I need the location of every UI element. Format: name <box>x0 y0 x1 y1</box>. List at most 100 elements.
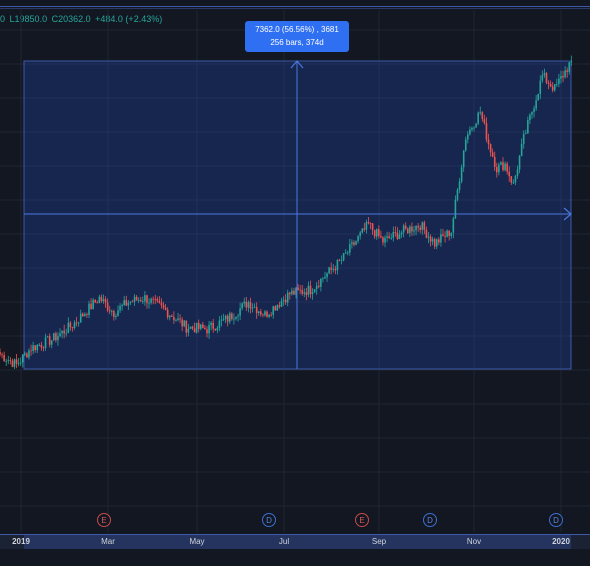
candle-body <box>150 298 152 303</box>
candle-body <box>392 232 395 238</box>
candle-body <box>309 285 312 295</box>
candle-body <box>483 118 486 124</box>
candle-body <box>79 313 82 323</box>
candle-body <box>197 322 200 329</box>
candle-body <box>429 236 432 242</box>
candle-body <box>135 296 138 301</box>
candle-body <box>40 344 43 348</box>
candle-body <box>245 301 248 308</box>
candle-body <box>537 94 539 101</box>
candle-body <box>253 306 256 308</box>
candle-body <box>506 163 508 172</box>
time-axis-tick: Jul <box>278 537 290 546</box>
candle-body <box>110 310 113 312</box>
candle-body <box>181 319 183 327</box>
dividend-event-icon[interactable]: D <box>549 513 563 527</box>
candle-body <box>270 314 272 316</box>
candle-body <box>90 303 92 310</box>
candle-body <box>328 267 330 274</box>
candle-body <box>514 175 517 183</box>
candle-body <box>402 225 405 233</box>
candle-body <box>545 73 548 83</box>
candle-body <box>156 299 159 301</box>
candle-body <box>204 327 206 330</box>
candle-body <box>386 236 388 238</box>
candle-body <box>28 350 30 358</box>
candle-body <box>46 336 49 338</box>
candle-body <box>106 302 109 311</box>
candle-body <box>137 300 140 301</box>
candle-body <box>152 298 154 300</box>
candle-body <box>524 133 527 135</box>
candle-body <box>220 319 223 321</box>
candle-body <box>562 76 564 78</box>
candle-body <box>413 230 415 232</box>
candle-body <box>334 268 337 271</box>
candle-body <box>251 307 254 309</box>
candle-body <box>206 329 208 334</box>
candle-body <box>315 285 318 290</box>
candle-body <box>177 318 179 320</box>
candle-body <box>154 299 157 300</box>
candle-body <box>187 328 190 333</box>
candle-body <box>320 278 322 287</box>
candle-body <box>564 70 566 78</box>
candle-body <box>423 222 426 230</box>
candle-body <box>276 305 279 311</box>
dividend-event-icon[interactable]: D <box>423 513 437 527</box>
candle-body <box>127 302 130 306</box>
candle-body <box>212 322 215 329</box>
candle-body <box>113 310 115 317</box>
candle-body <box>185 320 188 333</box>
earnings-event-icon[interactable]: E <box>355 513 369 527</box>
candle-body <box>5 361 8 362</box>
candle-body <box>175 319 177 321</box>
candle-body <box>191 326 194 329</box>
candle-body <box>417 225 419 228</box>
time-axis[interactable]: 2019 Mar May Jul Sep Nov 2020 <box>0 534 590 550</box>
candle-body <box>36 344 39 351</box>
candle-body <box>226 315 229 322</box>
candle-body <box>324 277 326 279</box>
candle-body <box>272 306 275 315</box>
candle-body <box>291 290 293 295</box>
candle-body <box>255 306 258 314</box>
candle-body <box>438 239 440 243</box>
candle-body <box>371 223 374 231</box>
candle-body <box>24 353 26 355</box>
candle-body <box>0 351 1 355</box>
candle-body <box>346 252 349 254</box>
candle-body <box>117 310 119 316</box>
candle-body <box>448 230 450 237</box>
candle-body <box>241 303 243 309</box>
candle-body <box>92 299 94 310</box>
candle-body <box>551 86 554 91</box>
candle-body <box>431 239 434 242</box>
candle-body <box>193 328 196 333</box>
candle-body <box>351 242 353 245</box>
candle-body <box>301 290 304 294</box>
candle-body <box>82 313 84 317</box>
candle-body <box>257 311 260 314</box>
candle-body <box>57 336 59 341</box>
candle-body <box>357 236 359 242</box>
candle-body <box>75 322 78 324</box>
candle-body <box>446 230 448 237</box>
candle-body <box>13 359 16 367</box>
candle-body <box>527 120 529 134</box>
candle-body <box>510 176 513 183</box>
candle-body <box>489 144 492 153</box>
candle-body <box>73 322 76 328</box>
price-chart[interactable] <box>0 0 590 532</box>
candle-body <box>547 82 550 85</box>
candle-body <box>396 232 399 239</box>
candle-body <box>570 61 573 63</box>
candle-body <box>94 299 97 303</box>
candle-body <box>289 292 291 295</box>
candle-body <box>179 318 181 320</box>
candle-body <box>355 241 357 245</box>
dividend-event-icon[interactable]: D <box>262 513 276 527</box>
time-axis-tick: 2019 <box>12 537 30 546</box>
candle-body <box>375 229 378 237</box>
earnings-event-icon[interactable]: E <box>97 513 111 527</box>
